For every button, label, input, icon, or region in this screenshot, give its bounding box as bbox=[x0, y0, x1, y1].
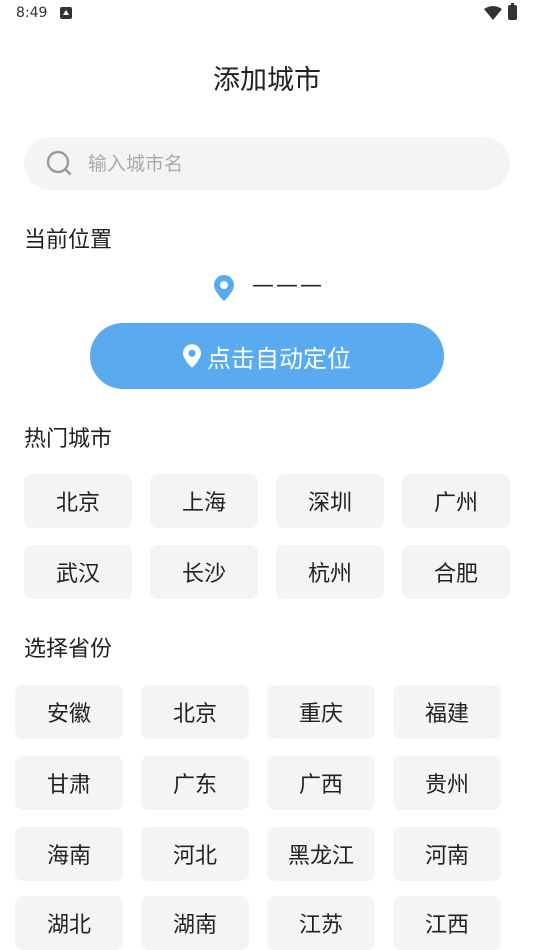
province-chip[interactable]: 湖北 bbox=[15, 896, 123, 950]
hot-city-chip[interactable]: 长沙 bbox=[150, 545, 258, 599]
province-chip[interactable]: 贵州 bbox=[393, 756, 501, 810]
auto-locate-label: 点击自动定位 bbox=[207, 344, 351, 373]
province-chip[interactable]: 江西 bbox=[393, 896, 501, 950]
page-title: 添加城市 bbox=[213, 65, 321, 96]
current-location-value: ——— bbox=[252, 273, 324, 298]
province-chip[interactable]: 福建 bbox=[393, 685, 501, 739]
search-input[interactable] bbox=[86, 149, 490, 179]
provinces-heading: 选择省份 bbox=[24, 637, 113, 662]
hot-city-chip[interactable]: 武汉 bbox=[24, 545, 132, 599]
location-pin-icon bbox=[183, 344, 201, 368]
hot-cities-heading: 热门城市 bbox=[24, 427, 113, 452]
province-chip[interactable]: 广西 bbox=[267, 756, 375, 810]
province-chip[interactable]: 甘肃 bbox=[15, 756, 123, 810]
province-chip[interactable]: 安徽 bbox=[15, 685, 123, 739]
status-bar: 8:49 bbox=[0, 0, 534, 28]
hot-city-chip[interactable]: 北京 bbox=[24, 474, 132, 528]
province-chip[interactable]: 河北 bbox=[141, 827, 249, 881]
hot-city-chip[interactable]: 合肥 bbox=[402, 545, 510, 599]
province-chip[interactable]: 广东 bbox=[141, 756, 249, 810]
province-chip[interactable]: 江苏 bbox=[267, 896, 375, 950]
wifi-icon bbox=[484, 6, 502, 20]
battery-icon bbox=[508, 3, 517, 20]
search-bar[interactable] bbox=[24, 137, 510, 190]
current-location-heading: 当前位置 bbox=[24, 228, 113, 253]
current-location: ——— bbox=[0, 273, 534, 303]
province-chip[interactable]: 湖南 bbox=[141, 896, 249, 950]
search-icon bbox=[46, 150, 72, 176]
status-time: 8:49 bbox=[16, 5, 48, 21]
province-chip[interactable]: 河南 bbox=[393, 827, 501, 881]
province-chip[interactable]: 北京 bbox=[141, 685, 249, 739]
province-chip[interactable]: 海南 bbox=[15, 827, 123, 881]
hot-city-chip[interactable]: 上海 bbox=[150, 474, 258, 528]
auto-locate-button[interactable]: 点击自动定位 bbox=[90, 323, 444, 389]
notification-icon bbox=[60, 7, 72, 19]
hot-city-chip[interactable]: 深圳 bbox=[276, 474, 384, 528]
location-pin-icon bbox=[214, 275, 234, 301]
hot-city-chip[interactable]: 广州 bbox=[402, 474, 510, 528]
province-chip[interactable]: 重庆 bbox=[267, 685, 375, 739]
hot-city-chip[interactable]: 杭州 bbox=[276, 545, 384, 599]
province-chip[interactable]: 黑龙江 bbox=[267, 827, 375, 881]
